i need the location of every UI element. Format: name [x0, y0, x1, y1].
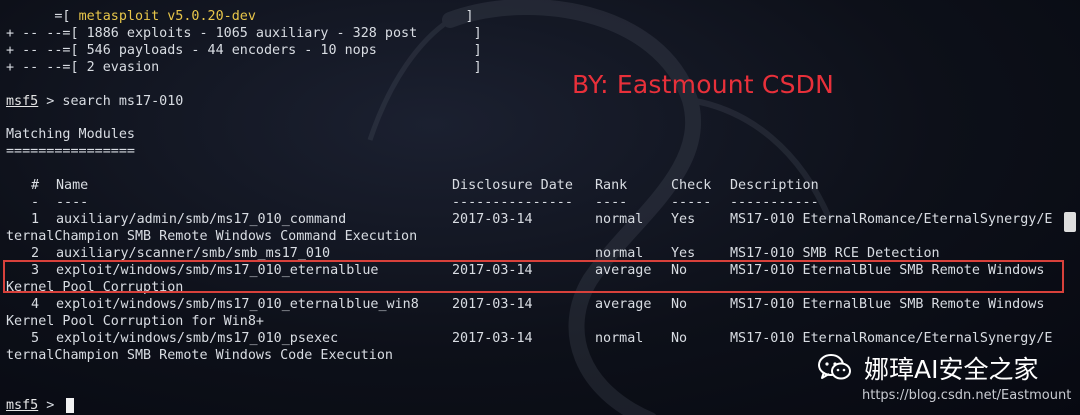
row-date: 2017-03-14 [452, 297, 533, 312]
row-description-wrap: ternalChampion SMB Remote Windows Comman… [6, 229, 418, 244]
banner-suffix: ] [255, 9, 474, 24]
row-date: 2017-03-14 [452, 212, 533, 227]
row-num: 5 [31, 331, 40, 346]
banner-line-3: + -- --=[ 546 payloads - 44 encoders - 1… [6, 43, 482, 58]
matching-modules-underline: ================ [6, 144, 135, 159]
row-description: MS17-010 EternalBlue SMB Remote Windows [730, 297, 1045, 312]
banner-line-2: + -- --=[ 1886 exploits - 1065 auxiliary… [6, 26, 482, 41]
table-row: 5 exploit/windows/smb/ms17_010_psexec 20… [6, 330, 1076, 347]
dash-rank: ---- [595, 195, 628, 210]
header-description: Description [730, 178, 819, 193]
header-date: Disclosure Date [452, 178, 573, 193]
source-url: https://blog.csdn.net/Eastmount [862, 388, 1072, 403]
row-check: No [671, 331, 688, 346]
table-dashes: - ---- --------------- ---- ----- ------… [6, 194, 1076, 211]
dash-name: ---- [56, 195, 89, 210]
table-header: # Name Disclosure Date Rank Check Descri… [6, 177, 1076, 194]
prompt-word: msf5 [6, 398, 39, 413]
table-row: 1 auxiliary/admin/smb/ms17_010_command 2… [6, 211, 1076, 228]
prompt-suffix: > [38, 398, 63, 413]
row-description: MS17-010 EternalRomance/EternalSynergy/E [730, 212, 1053, 227]
wechat-icon [818, 354, 851, 380]
row-rank: average [595, 297, 652, 312]
dash-description: ----------- [730, 195, 819, 210]
table-row: 4 exploit/windows/smb/ms17_010_eternalbl… [6, 296, 1076, 313]
banner-line-1: =[ metasploit v5.0.20-dev ] [6, 8, 474, 25]
scrollbar-thumb[interactable] [1064, 212, 1076, 232]
terminal-window[interactable]: =[ metasploit v5.0.20-dev ] + -- --=[ 18… [0, 0, 1080, 415]
row-description-wrap: Kernel Pool Corruption for Win8+ [6, 314, 264, 329]
row-rank: normal [595, 212, 644, 227]
dash-date: --------------- [452, 195, 573, 210]
header-rank: Rank [595, 178, 628, 193]
row-description: MS17-010 EternalRomance/EternalSynergy/E [730, 331, 1053, 346]
row-name: exploit/windows/smb/ms17_010_eternalblue… [56, 297, 419, 312]
terminal-cursor [66, 398, 74, 413]
row-num: 4 [31, 297, 40, 312]
header-check: Check [671, 178, 712, 193]
search-command: > search ms17-010 [38, 94, 184, 109]
row-num: 1 [31, 212, 40, 227]
wechat-account-name: 娜璋AI安全之家 [864, 355, 1039, 384]
prompt-word: msf5 [6, 94, 39, 109]
watermark-text: BY: Eastmount CSDN [572, 70, 835, 99]
input-prompt-line[interactable]: msf5 > [6, 397, 62, 414]
header-num: # [31, 178, 40, 193]
wechat-account-badge: 娜璋AI安全之家 [818, 350, 1038, 386]
row-check: No [671, 297, 688, 312]
row-date: 2017-03-14 [452, 331, 533, 346]
row-rank: normal [595, 331, 644, 346]
row-check: Yes [671, 212, 696, 227]
matching-modules-title: Matching Modules [6, 127, 135, 142]
row-name: auxiliary/admin/smb/ms17_010_command [56, 212, 347, 227]
search-command-line: msf5 > search ms17-010 [6, 93, 183, 110]
row-description-wrap: ternalChampion SMB Remote Windows Code E… [6, 348, 393, 363]
metasploit-version: metasploit v5.0.20-dev [78, 9, 256, 24]
eternalblue-highlight-box [3, 260, 1064, 293]
banner-line-4: + -- --=[ 2 evasion ] [6, 60, 482, 75]
row-name: exploit/windows/smb/ms17_010_psexec [56, 331, 339, 346]
header-name: Name [56, 178, 89, 193]
dash-num: - [31, 195, 40, 210]
dash-check: ----- [671, 195, 712, 210]
banner-prefix: =[ [6, 9, 79, 24]
